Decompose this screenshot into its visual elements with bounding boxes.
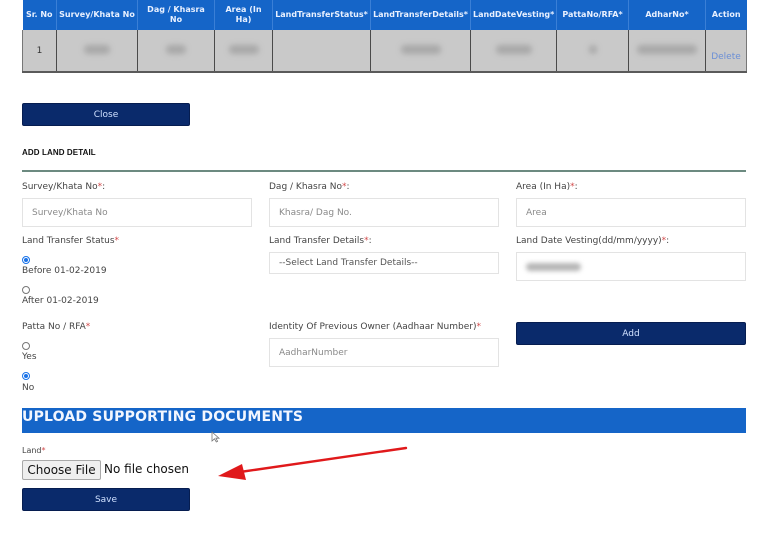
radio-patta-yes[interactable]	[22, 342, 30, 350]
col-header-action: Action	[705, 0, 747, 30]
radio-patta-no-label: No	[22, 383, 35, 393]
aadhaar-label: Identity Of Previous Owner (Aadhaar Numb…	[269, 322, 481, 332]
col-header-adhar: AdharNo*	[628, 0, 706, 30]
transfer-status-label: Land Transfer Status*	[22, 236, 120, 246]
radio-patta-yes-label: Yes	[22, 352, 37, 362]
dag-khasra-label: Dag / Khasra No*:	[269, 182, 350, 192]
aadhaar-input[interactable]: AadharNumber	[269, 338, 499, 367]
radio-before-2019-label: Before 01-02-2019	[22, 266, 107, 276]
radio-before-2019[interactable]	[22, 256, 30, 264]
col-header-transfer-status: LandTransferStatus*	[272, 0, 371, 30]
cell-patta-redacted	[556, 30, 629, 73]
patta-rfa-label: Patta No / RFA*	[22, 322, 91, 332]
land-upload-label: Land*	[22, 446, 46, 455]
radio-after-2019[interactable]	[22, 286, 30, 294]
cell-date-vesting-redacted	[470, 30, 557, 73]
survey-khata-label: Survey/Khata No*:	[22, 182, 106, 192]
cell-action: Delete	[705, 30, 747, 73]
col-header-date-vesting: LandDateVesting*	[470, 0, 557, 30]
cell-area-redacted	[214, 30, 273, 73]
close-button[interactable]: Close	[22, 103, 190, 126]
red-arrow-annotation-icon	[218, 446, 408, 480]
table-row: 1 Delete	[22, 30, 747, 73]
col-header-sr-no: Sr. No	[22, 0, 57, 30]
area-input[interactable]: Area	[516, 198, 746, 227]
transfer-details-label: Land Transfer Details*:	[269, 236, 372, 246]
date-vesting-input[interactable]	[516, 252, 746, 281]
file-status-text: No file chosen	[104, 462, 190, 476]
cell-survey-redacted	[56, 30, 138, 73]
col-header-transfer-details: LandTransferDetails*	[370, 0, 471, 30]
col-header-patta-rfa: PattaNo/RFA*	[556, 0, 629, 30]
date-vesting-redacted-value	[526, 262, 581, 271]
date-vesting-label: Land Date Vesting(dd/mm/yyyy)*:	[516, 236, 670, 246]
cell-dag-redacted	[137, 30, 215, 73]
area-label: Area (In Ha)*:	[516, 182, 578, 192]
col-header-survey-khata: Survey/Khata No	[56, 0, 138, 30]
cell-adhar-redacted	[628, 30, 706, 73]
radio-after-2019-label: After 01-02-2019	[22, 296, 99, 306]
dag-khasra-input[interactable]: Khasra/ Dag No.	[269, 198, 499, 227]
radio-patta-no[interactable]	[22, 372, 30, 380]
delete-row-link[interactable]: Delete	[711, 52, 741, 62]
col-header-area: Area (In Ha)	[214, 0, 273, 30]
land-details-table: Sr. No Survey/Khata No Dag / Khasra No A…	[22, 0, 747, 73]
upload-documents-banner: UPLOAD SUPPORTING DOCUMENTS	[22, 408, 746, 433]
choose-file-button[interactable]: Choose File	[22, 460, 101, 480]
table-header-row: Sr. No Survey/Khata No Dag / Khasra No A…	[22, 0, 747, 30]
add-button[interactable]: Add	[516, 322, 746, 345]
save-button[interactable]: Save	[22, 488, 190, 511]
section-divider	[22, 170, 746, 172]
add-land-detail-title: ADD LAND DETAIL	[22, 148, 96, 157]
survey-khata-input[interactable]: Survey/Khata No	[22, 198, 252, 227]
cell-sr-no: 1	[22, 30, 57, 73]
cell-transfer-details-redacted	[370, 30, 471, 73]
col-header-dag-khasra: Dag / Khasra No	[137, 0, 215, 30]
cell-transfer-status-redacted	[272, 30, 371, 73]
transfer-details-select[interactable]: --Select Land Transfer Details--	[269, 252, 499, 274]
